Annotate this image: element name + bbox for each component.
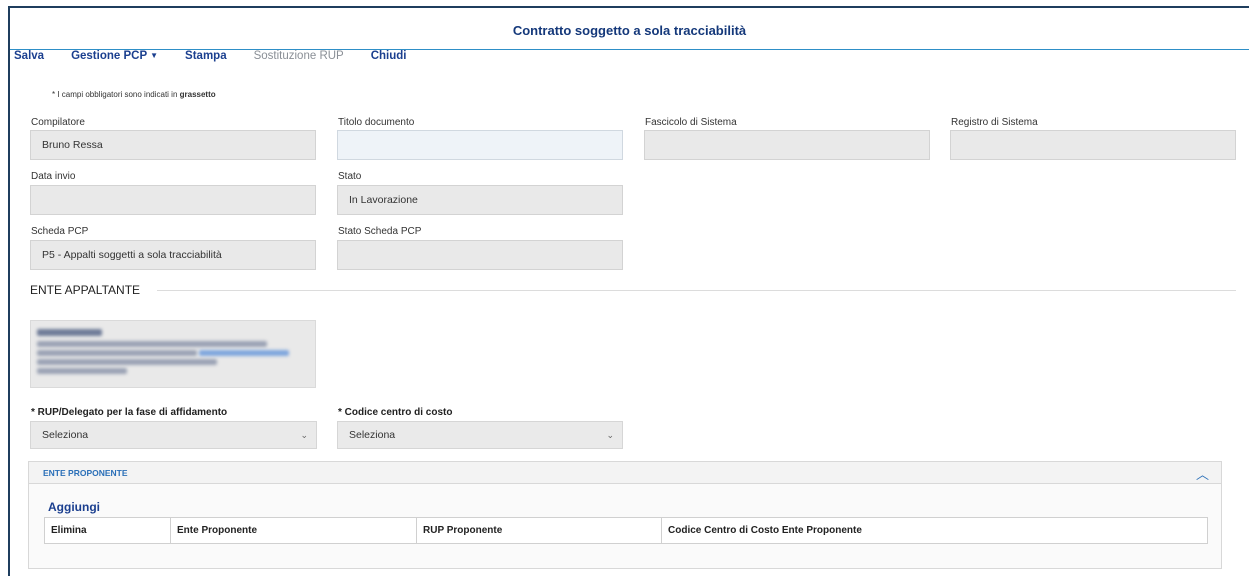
registro-field xyxy=(950,130,1236,160)
close-button[interactable]: Chiudi xyxy=(371,50,407,66)
rup-select-value: Seleziona xyxy=(42,429,89,441)
compilatore-field: Bruno Ressa xyxy=(30,130,316,160)
ente-appaltante-info xyxy=(30,320,316,388)
stato-scheda-label: Stato Scheda PCP xyxy=(338,226,422,237)
print-button[interactable]: Stampa xyxy=(185,50,227,66)
chevron-down-icon: ⌄ xyxy=(606,430,614,440)
data-invio-label: Data invio xyxy=(31,171,76,182)
replace-rup-button[interactable]: Sostituzione RUP xyxy=(254,50,344,66)
stato-scheda-field xyxy=(337,240,623,270)
titolo-field[interactable] xyxy=(337,130,623,160)
hint-bold: grassetto xyxy=(179,90,216,99)
caret-down-icon: ▼ xyxy=(150,51,159,60)
column-header: Elimina xyxy=(45,518,171,543)
rup-select[interactable]: Seleziona ⌄ xyxy=(30,421,317,449)
save-button[interactable]: Salva xyxy=(14,50,44,66)
stato-label: Stato xyxy=(338,171,362,182)
section-divider xyxy=(157,290,1236,291)
chevron-down-icon: ⌄ xyxy=(300,430,308,440)
centro-costo-label: * Codice centro di costo xyxy=(338,407,453,418)
ente-proponente-title: ENTE PROPONENTE xyxy=(43,468,128,478)
stato-field: In Lavorazione xyxy=(337,185,623,215)
column-header: Ente Proponente xyxy=(171,518,417,543)
scheda-pcp-label: Scheda PCP xyxy=(31,226,89,237)
registro-label: Registro di Sistema xyxy=(951,117,1038,128)
gestione-pcp-menu[interactable]: Gestione PCP ▼ xyxy=(71,50,158,66)
fascicolo-label: Fascicolo di Sistema xyxy=(645,117,737,128)
rup-label: * RUP/Delegato per la fase di affidament… xyxy=(31,407,228,418)
ente-proponente-table: Elimina Ente Proponente RUP Proponente C… xyxy=(44,517,1208,544)
title-bar: Contratto soggetto a sola tracciabilità xyxy=(10,8,1249,50)
data-invio-field xyxy=(30,185,316,215)
scheda-pcp-field: P5 - Appalti soggetti a sola tracciabili… xyxy=(30,240,316,270)
column-header: Codice Centro di Costo Ente Proponente xyxy=(668,525,862,536)
page-title: Contratto soggetto a sola tracciabilità xyxy=(512,23,747,38)
titolo-label: Titolo documento xyxy=(338,117,415,128)
add-button[interactable]: Aggiungi xyxy=(48,500,100,514)
hint-text: * I campi obbligatori sono indicati in xyxy=(52,90,180,99)
column-header: RUP Proponente xyxy=(417,518,662,543)
centro-costo-select[interactable]: Seleziona ⌄ xyxy=(337,421,623,449)
ente-appaltante-title: ENTE APPALTANTE xyxy=(30,283,141,297)
toolbar: Salva Gestione PCP ▼ Stampa Sostituzione … xyxy=(14,50,434,66)
gestione-pcp-label: Gestione PCP xyxy=(71,50,148,62)
ente-proponente-header[interactable]: ENTE PROPONENTE ︿ xyxy=(29,462,1221,484)
chevron-up-icon[interactable]: ︿ xyxy=(1196,464,1209,483)
compilatore-label: Compilatore xyxy=(31,117,85,128)
fascicolo-field xyxy=(644,130,930,160)
required-hint: * I campi obbligatori sono indicati in g… xyxy=(52,90,216,99)
centro-costo-select-value: Seleziona xyxy=(349,429,396,441)
ente-proponente-panel: ENTE PROPONENTE ︿ Aggiungi Elimina Ente … xyxy=(28,461,1222,569)
